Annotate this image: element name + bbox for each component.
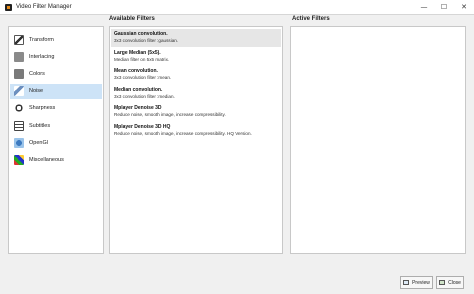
filter-description: Reduce noise, smooth image, increase com…	[114, 130, 252, 136]
active-filters-list[interactable]	[290, 26, 466, 254]
filter-name: Mean convolution.	[114, 68, 158, 74]
category-label: OpenGl	[29, 139, 48, 146]
category-label: Transform	[29, 36, 54, 43]
filter-description: Median filter on 5x5 matrix.	[114, 56, 170, 62]
category-label: Subtitles	[29, 122, 51, 129]
close-button[interactable]: Close	[436, 276, 464, 289]
filter-item[interactable]: Gaussian convolution. 3x3 convolution fil…	[111, 29, 281, 47]
category-label: Colors	[29, 70, 45, 77]
filter-description: 3x3 convolution filter :median.	[114, 93, 175, 99]
minimize-button[interactable]: —	[414, 0, 434, 14]
category-item-miscellaneous[interactable]: Miscellaneous	[10, 152, 102, 167]
title-bar: Video Filter Manager — ☐ ✕	[0, 0, 474, 15]
active-filters-header: Active Filters	[292, 16, 330, 22]
category-item-interlacing[interactable]: Interlacing	[10, 49, 102, 64]
category-list[interactable]: Transform Interlacing Colors Noise Sharpness…	[8, 26, 104, 254]
filter-item[interactable]: Mplayer Denoise 3D Reduce noise, smooth i…	[111, 103, 281, 121]
maximize-button[interactable]: ☐	[434, 0, 454, 14]
category-item-sharpness[interactable]: Sharpness	[10, 101, 102, 116]
filter-description: Reduce noise, smooth image, increase com…	[114, 112, 226, 117]
app-icon	[5, 3, 12, 11]
filter-name: Mplayer Denoise 3D HQ	[114, 123, 171, 130]
category-item-noise[interactable]: Noise	[10, 83, 102, 99]
available-filters-list[interactable]: Gaussian convolution. 3x3 convolution fil…	[109, 26, 283, 254]
preview-icon	[403, 280, 410, 285]
category-item-opengl[interactable]: OpenGl	[10, 135, 102, 150]
window-title: Video Filter Manager	[16, 4, 72, 10]
preview-button[interactable]: Preview	[400, 276, 433, 289]
filter-item[interactable]: Mplayer Denoise 3D HQ Reduce noise, smoot…	[111, 122, 281, 140]
interlacing-icon	[14, 51, 24, 62]
close-label: Close	[448, 279, 461, 286]
filter-name: Median convolution.	[114, 86, 163, 93]
category-label: Miscellaneous	[29, 156, 64, 163]
filter-name: Mplayer Denoise 3D	[114, 105, 162, 111]
sharpness-icon	[14, 103, 24, 114]
transform-icon	[14, 34, 24, 45]
preview-label: Preview	[412, 279, 430, 286]
category-label: Interlacing	[29, 53, 55, 60]
category-item-transform[interactable]: Transform	[10, 32, 102, 47]
filter-item[interactable]: Mean convolution. 3x3 convolution filter …	[111, 66, 281, 84]
filter-name: Large Median (5x5).	[114, 49, 161, 56]
filter-item[interactable]: Large Median (5x5). Median filter on 5x5 …	[111, 48, 281, 66]
close-window-button[interactable]: ✕	[454, 0, 474, 14]
filter-item[interactable]: Median convolution. 3x3 convolution filte…	[111, 85, 281, 103]
category-item-subtitles[interactable]: Subtitles	[10, 118, 102, 133]
category-label: Noise	[29, 88, 44, 95]
noise-icon	[14, 86, 24, 97]
window-controls: — ☐ ✕	[414, 0, 474, 14]
colors-icon	[14, 68, 24, 79]
filter-description: 3x3 convolution filter :gaussian.	[114, 38, 179, 43]
category-label: Sharpness	[29, 105, 56, 112]
filter-description: 3x3 convolution filter :mean.	[114, 75, 172, 80]
category-item-colors[interactable]: Colors	[10, 66, 102, 81]
opengl-icon	[14, 137, 24, 148]
available-filters-header: Available Filters	[109, 16, 155, 22]
filter-name: Gaussian convolution.	[114, 31, 168, 37]
close-icon	[439, 280, 446, 285]
subtitles-icon	[14, 120, 24, 131]
miscellaneous-icon	[14, 154, 24, 165]
